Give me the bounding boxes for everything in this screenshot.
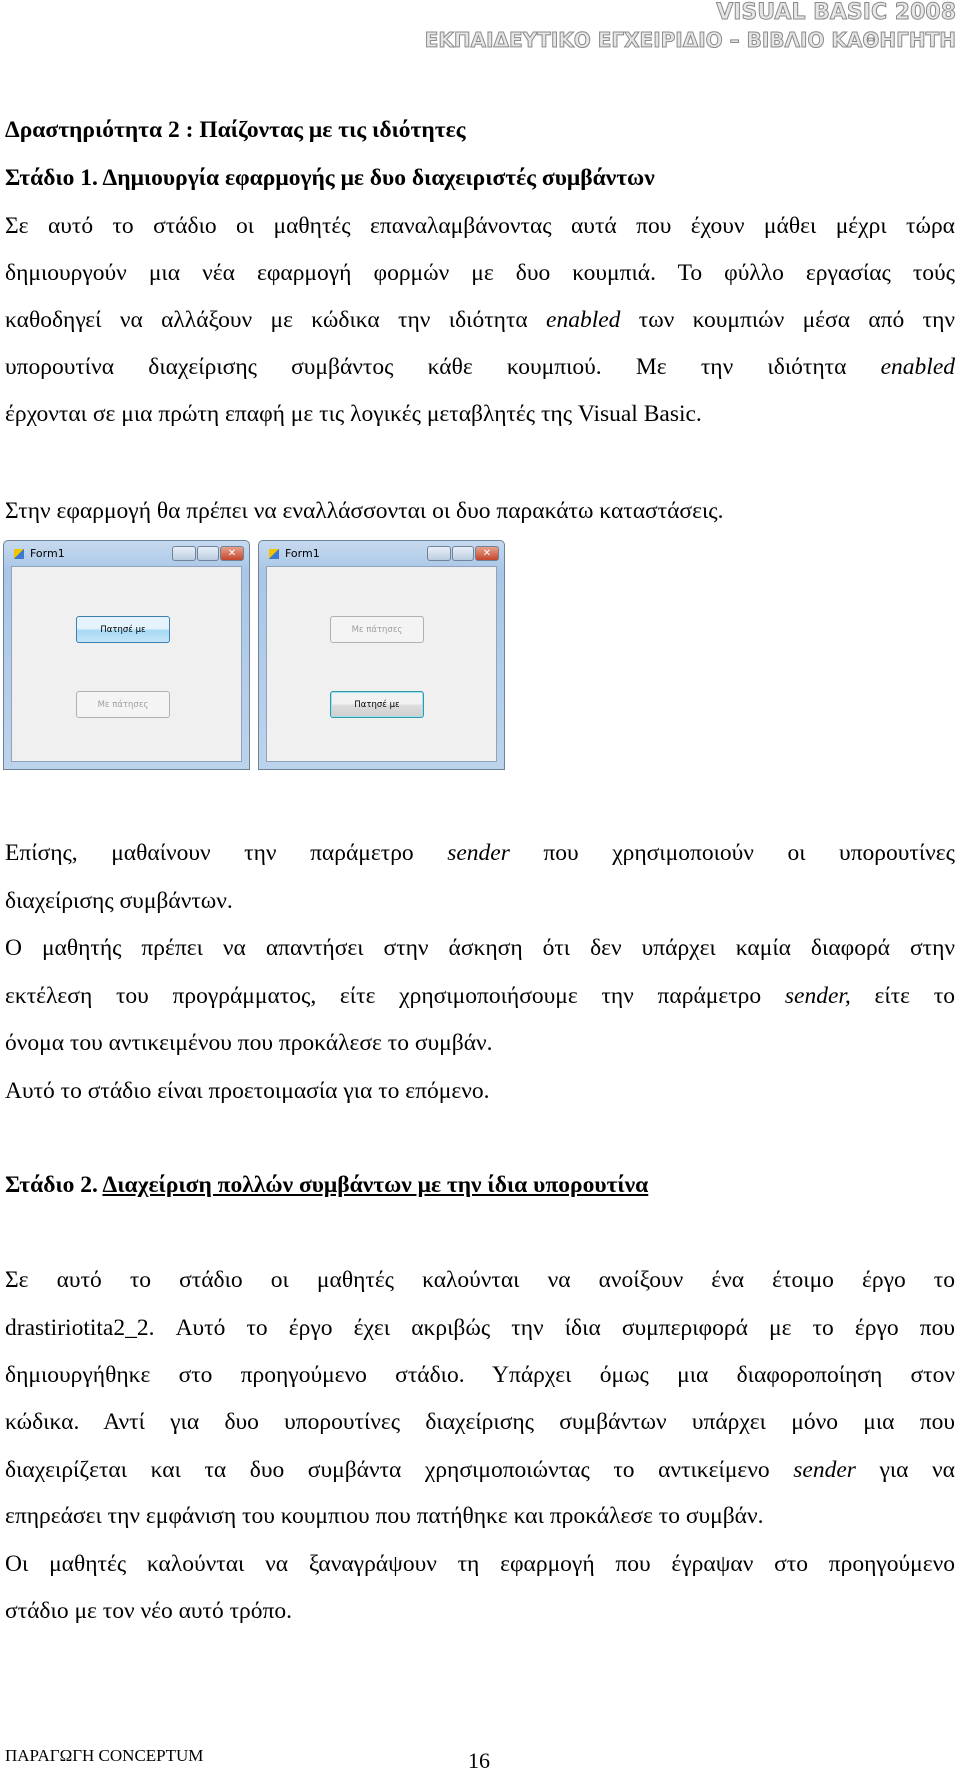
- text-segment: όνομα του αντικειμένου που προκάλεσε το …: [5, 1030, 493, 1056]
- text-segment: δημιουργούν μια νέα εφαρμογή φορμών με δ…: [5, 260, 955, 286]
- text-segment: Στην εφαρμογή θα πρέπει να εναλλάσσονται…: [5, 498, 724, 524]
- text-segment: drastiriotita2_2. Αυτό το έργο έχει ακρι…: [5, 1315, 955, 1341]
- text-line: Επίσης, μαθαίνουν την παράμετρο sender π…: [5, 839, 955, 867]
- text-line: κώδικα. Αντί για δυο υπορουτίνες διαχείρ…: [5, 1408, 955, 1436]
- text-line: Οι μαθητές καλούνται να ξαναγράψουν τη ε…: [5, 1550, 955, 1578]
- text-segment: καθοδηγεί να αλλάξουν με κώδικα την ιδιό…: [5, 307, 547, 333]
- text-line: διαχειρίζεται και τα δυο συμβάντα χρησιμ…: [5, 1456, 955, 1484]
- text-line: Αυτό το στάδιο είναι προετοιμασία για το…: [5, 1077, 955, 1105]
- text-line: υπορουτίνα διαχείρισης συμβάντος κάθε κο…: [5, 353, 955, 381]
- text-segment: υπορουτίνα διαχείρισης συμβάντος κάθε κο…: [5, 354, 881, 380]
- text-line: drastiriotita2_2. Αυτό το έργο έχει ακρι…: [5, 1314, 955, 1342]
- text-line: Σε αυτό το στάδιο οι μαθητές επαναλαμβάν…: [5, 212, 955, 240]
- text-line: στάδιο με τον νέο αυτό τρόπο.: [5, 1597, 955, 1625]
- close-button[interactable]: ✕: [475, 546, 499, 561]
- text-segment: που χρησιμοποιούν οι υπορουτίνες: [509, 840, 955, 866]
- footer-publisher: ΠΑΡΑΓΩΓΗ CONCEPTUM: [5, 1746, 204, 1765]
- header-title: VISUAL BASIC 2008: [716, 0, 957, 26]
- text-line: δημιουργούν μια νέα εφαρμογή φορμών με δ…: [5, 259, 955, 287]
- stage2-heading: Διαχείριση πολλών συμβάντων με την ίδια …: [102, 1172, 649, 1198]
- text-segment: Ο μαθητής πρέπει να απαντήσει στην άσκησ…: [5, 935, 955, 961]
- pressed-button[interactable]: Με πάτησες: [76, 691, 170, 718]
- text-segment: Αυτό το στάδιο είναι προετοιμασία για το…: [5, 1078, 490, 1104]
- form-client-area: [11, 566, 242, 762]
- text-segment: δημιουργήθηκε στο προηγούμενο στάδιο. Υπ…: [5, 1362, 955, 1388]
- text-segment: Σε αυτό το στάδιο οι μαθητές επαναλαμβάν…: [5, 213, 955, 239]
- text-segment: Οι μαθητές καλούνται να ξαναγράψουν τη ε…: [5, 1551, 955, 1577]
- text-line: καθοδηγεί να αλλάξουν με κώδικα την ιδιό…: [5, 306, 955, 334]
- maximize-button[interactable]: [452, 546, 474, 561]
- text-segment: είτε το: [850, 983, 955, 1009]
- italic-term: enabled: [880, 354, 955, 380]
- text-segment: κώδικα. Αντί για δυο υπορουτίνες διαχείρ…: [5, 1409, 955, 1435]
- form-window-1: Form1 ✕ Πατησέ με Με πάτησες: [3, 540, 250, 770]
- press-me-button[interactable]: Πατησέ με: [330, 691, 424, 718]
- text-segment: διαχείρισης συμβάντων.: [5, 888, 233, 914]
- window-title: Form1: [30, 547, 65, 560]
- text-line: διαχείρισης συμβάντων.: [5, 887, 955, 915]
- minimize-button[interactable]: [427, 546, 451, 561]
- form-client-area: [266, 566, 497, 762]
- text-segment: επηρεάσει την εμφάνιση του κουμπιου που …: [5, 1503, 764, 1529]
- window-title: Form1: [285, 547, 320, 560]
- text-segment: στάδιο με τον νέο αυτό τρόπο.: [5, 1598, 293, 1624]
- italic-term: sender: [793, 1457, 856, 1483]
- close-button[interactable]: ✕: [220, 546, 244, 561]
- text-segment: Σε αυτό το στάδιο οι μαθητές καλούνται ν…: [5, 1267, 955, 1293]
- text-line: δημιουργήθηκε στο προηγούμενο στάδιο. Υπ…: [5, 1361, 955, 1389]
- stage2-title: Στάδιο 2. Διαχείριση πολλών συμβάντων με…: [5, 1171, 955, 1199]
- text-line: επηρεάσει την εμφάνιση του κουμπιου που …: [5, 1502, 955, 1530]
- text-segment: Επίσης, μαθαίνουν την παράμετρο: [5, 840, 448, 866]
- stage1-title: Στάδιο 1. Δημιουργία εφαρμογής με δυο δι…: [5, 165, 655, 191]
- pressed-button[interactable]: Με πάτησες: [330, 616, 424, 643]
- page-number: 16: [468, 1748, 490, 1773]
- maximize-button[interactable]: [197, 546, 219, 561]
- italic-term: enabled: [546, 307, 621, 333]
- text-segment: εκτέλεση του προγράμματος, είτε χρησιμοπ…: [5, 983, 785, 1009]
- header-subtitle: ΕΚΠΑΙΔΕΥΤΙΚΟ ΕΓΧΕΙΡΙΔΙΟ – ΒΙΒΛΙΟ ΚΑΘΗΓΗΤ…: [424, 28, 956, 53]
- app-icon: [14, 549, 24, 559]
- activity-title: Δραστηριότητα 2 : Παίζοντας με τις ιδιότ…: [5, 117, 466, 143]
- italic-term: sender: [447, 840, 510, 866]
- italic-term: sender,: [784, 983, 851, 1009]
- text-line: Ο μαθητής πρέπει να απαντήσει στην άσκησ…: [5, 934, 955, 962]
- text-line: όνομα του αντικειμένου που προκάλεσε το …: [5, 1029, 955, 1057]
- form-window-2: Form1 ✕ Με πάτησες Πατησέ με: [258, 540, 505, 770]
- text-segment: έρχονται σε μια πρώτη επαφή με τις λογικ…: [5, 401, 702, 427]
- text-line: Σε αυτό το στάδιο οι μαθητές καλούνται ν…: [5, 1266, 955, 1294]
- text-segment: για να: [855, 1457, 955, 1483]
- stage2-prefix: Στάδιο 2.: [5, 1172, 103, 1198]
- text-line: εκτέλεση του προγράμματος, είτε χρησιμοπ…: [5, 982, 955, 1010]
- app-icon: [269, 549, 279, 559]
- press-me-button[interactable]: Πατησέ με: [76, 616, 170, 643]
- text-line: Στην εφαρμογή θα πρέπει να εναλλάσσονται…: [5, 497, 955, 525]
- text-segment: των κουμπιών μέσα από την: [620, 307, 955, 333]
- text-line: έρχονται σε μια πρώτη επαφή με τις λογικ…: [5, 400, 955, 428]
- text-segment: διαχειρίζεται και τα δυο συμβάντα χρησιμ…: [5, 1457, 794, 1483]
- minimize-button[interactable]: [172, 546, 196, 561]
